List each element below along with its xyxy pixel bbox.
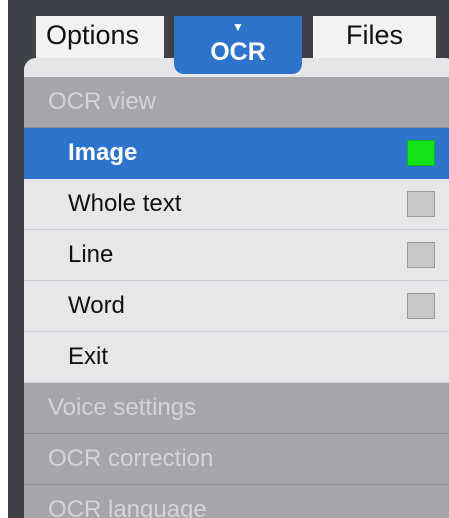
chevron-down-icon: ▼ xyxy=(232,20,244,34)
menu-item-label: Whole text xyxy=(68,190,182,217)
menu-item-whole-text[interactable]: Whole text xyxy=(24,179,449,230)
indicator-checkbox[interactable] xyxy=(407,293,435,319)
active-indicator-checkbox[interactable] xyxy=(407,140,435,166)
app-frame: Options ▼ OCR Files OCR view Image Whole… xyxy=(8,0,449,518)
tab-options[interactable]: Options xyxy=(36,16,164,60)
tab-ocr[interactable]: ▼ OCR xyxy=(174,16,302,74)
menu-item-label: Word xyxy=(68,292,125,319)
menu-group-voice-settings[interactable]: Voice settings xyxy=(24,383,449,434)
menu-group-ocr-correction[interactable]: OCR correction xyxy=(24,434,449,485)
menu-item-line[interactable]: Line xyxy=(24,230,449,281)
menu-group-ocr-language[interactable]: OCR language xyxy=(24,485,449,518)
ocr-menu-panel: OCR view Image Whole text Line Word Exit… xyxy=(24,58,449,518)
menu-item-exit[interactable]: Exit xyxy=(24,332,449,383)
menu-item-word[interactable]: Word xyxy=(24,281,449,332)
tab-ocr-label: OCR xyxy=(210,38,266,66)
indicator-checkbox[interactable] xyxy=(407,242,435,268)
menu-item-label: Image xyxy=(68,139,138,166)
menu-group-ocr-view[interactable]: OCR view xyxy=(24,77,449,128)
tab-files[interactable]: Files xyxy=(313,16,436,60)
menu-item-label: Exit xyxy=(68,343,109,370)
menu-item-label: Line xyxy=(68,241,114,268)
indicator-checkbox[interactable] xyxy=(407,191,435,217)
menu-item-image[interactable]: Image xyxy=(24,128,449,179)
